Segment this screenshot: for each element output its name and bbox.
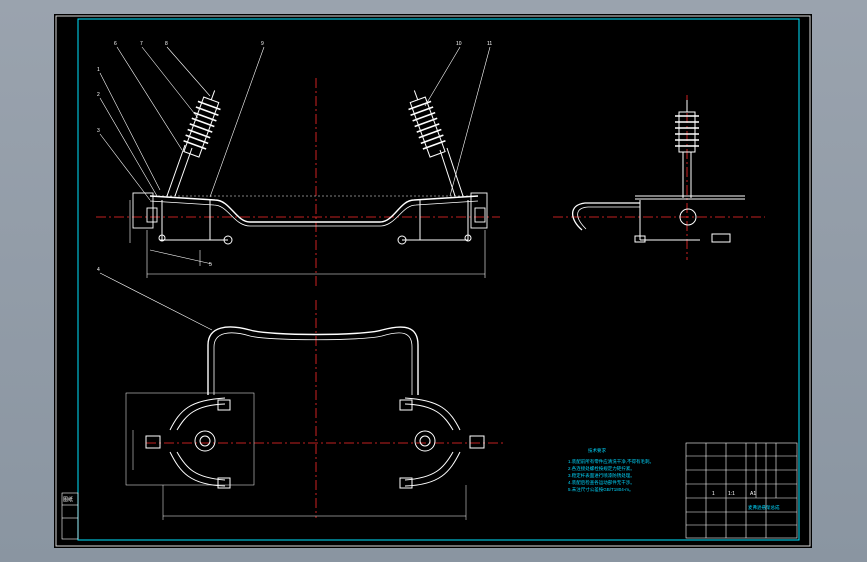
left-stamp: 图纸 (61, 492, 79, 540)
sheet-number: A1 (750, 491, 756, 497)
part-label-1: 1 (97, 67, 100, 73)
notes-heading: 技术要求 (588, 447, 606, 454)
left-stamp-text: 图纸 (63, 496, 73, 503)
outer-border (55, 15, 811, 547)
part-label-6: 6 (114, 41, 117, 47)
side-view (553, 95, 765, 260)
technical-notes: 技术要求 1.装配前所有零件应清洗干净,不得有毛刺。 2.各连接处螺栓按规定力矩… (568, 447, 654, 493)
top-view (125, 300, 505, 520)
part-label-11: 11 (487, 41, 492, 47)
part-label-3: 3 (97, 128, 100, 134)
part-label-7: 7 (140, 41, 143, 47)
part-label-5: 5 (209, 262, 212, 268)
scale-value: 1:1 (728, 491, 735, 497)
leader-lines (99, 46, 491, 331)
part-label-10: 10 (456, 41, 462, 47)
part-label-4: 4 (97, 267, 100, 273)
part-labels: 1 2 3 4 5 6 7 8 9 10 11 (97, 41, 492, 273)
notes-line-4: 4.装配后检查各运动部件无干涉。 (568, 479, 635, 486)
part-label-8: 8 (165, 41, 168, 47)
cad-viewport: 1 2 3 4 5 6 7 8 9 10 11 技术要求 1.装配前所有零件应清… (0, 0, 867, 562)
notes-line-2: 2.各连接处螺栓按规定力矩拧紧。 (568, 465, 635, 472)
qty-value: 1 (712, 491, 715, 497)
part-label-9: 9 (261, 41, 264, 47)
title-block (685, 442, 798, 539)
inner-frame (77, 18, 800, 541)
notes-line-3: 3.稳定杆表面进行喷漆防锈处理。 (568, 472, 635, 479)
notes-line-1: 1.装配前所有零件应清洗干净,不得有毛刺。 (568, 458, 654, 465)
cad-drawing: 1 2 3 4 5 6 7 8 9 10 11 技术要求 1.装配前所有零件应清… (55, 15, 811, 547)
part-label-2: 2 (97, 92, 100, 98)
notes-line-5: 5.未注尺寸公差按GB/T1804-m。 (568, 486, 634, 493)
drawing-title: 麦弗逊悬架总成 (748, 504, 780, 511)
